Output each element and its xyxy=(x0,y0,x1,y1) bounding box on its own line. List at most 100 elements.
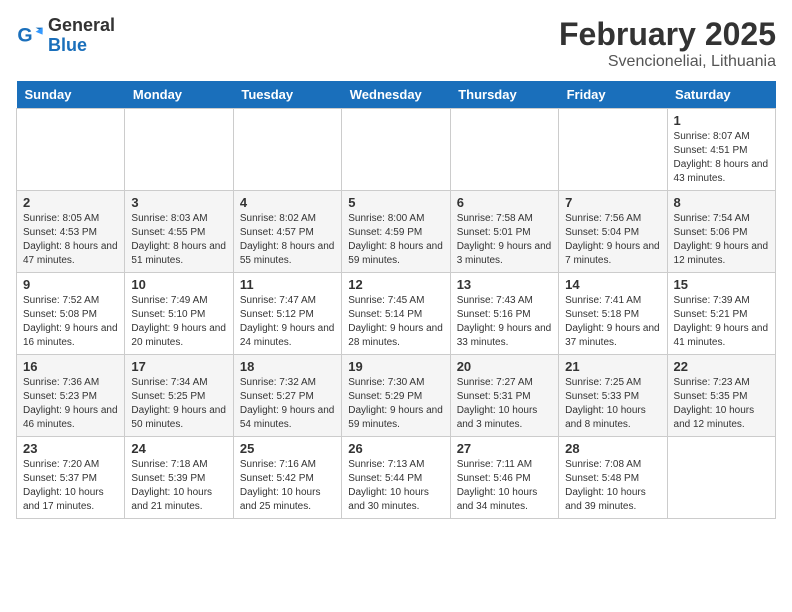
day-number: 21 xyxy=(565,359,660,374)
logo: G General Blue xyxy=(16,16,115,56)
calendar-cell xyxy=(342,109,450,191)
location-subtitle: Svencioneliai, Lithuania xyxy=(559,53,776,71)
day-info: Sunrise: 8:00 AM Sunset: 4:59 PM Dayligh… xyxy=(348,212,443,268)
logo-icon: G xyxy=(16,22,44,50)
calendar-cell xyxy=(125,109,233,191)
calendar-cell xyxy=(17,109,125,191)
title-block: February 2025 Svencioneliai, Lithuania xyxy=(559,16,776,71)
day-number: 9 xyxy=(23,277,118,292)
day-number: 17 xyxy=(131,359,226,374)
day-info: Sunrise: 7:30 AM Sunset: 5:29 PM Dayligh… xyxy=(348,376,443,432)
calendar-cell: 13Sunrise: 7:43 AM Sunset: 5:16 PM Dayli… xyxy=(450,273,558,355)
day-info: Sunrise: 7:52 AM Sunset: 5:08 PM Dayligh… xyxy=(23,294,118,350)
day-number: 28 xyxy=(565,441,660,456)
day-number: 23 xyxy=(23,441,118,456)
calendar-cell: 11 Sunrise: 7:47 AM Sunset: 5:12 PM Dayli… xyxy=(233,273,341,355)
day-number: 3 xyxy=(131,195,226,210)
calendar-cell: 21 Sunrise: 7:25 AM Sunset: 5:33 PM Dayli… xyxy=(559,355,667,437)
day-info: Sunrise: 7:18 AM Sunset: 5:39 PM Dayligh… xyxy=(131,458,226,514)
calendar-cell: 2 Sunrise: 8:05 AM Sunset: 4:53 PM Daylig… xyxy=(17,191,125,273)
calendar-week-row: 1 Sunrise: 8:07 AM Sunset: 4:51 PM Daylig… xyxy=(17,109,776,191)
svg-text:G: G xyxy=(17,24,32,46)
calendar-cell: 19Sunrise: 7:30 AM Sunset: 5:29 PM Dayli… xyxy=(342,355,450,437)
day-info: Sunrise: 7:56 AM Sunset: 5:04 PM Dayligh… xyxy=(565,212,660,268)
day-info: Sunrise: 7:16 AM Sunset: 5:42 PM Dayligh… xyxy=(240,458,335,514)
day-number: 15 xyxy=(674,277,769,292)
day-number: 6 xyxy=(457,195,552,210)
day-number: 2 xyxy=(23,195,118,210)
calendar-cell: 5Sunrise: 8:00 AM Sunset: 4:59 PM Daylig… xyxy=(342,191,450,273)
day-info: Sunrise: 8:03 AM Sunset: 4:55 PM Dayligh… xyxy=(131,212,226,268)
calendar-header-row: SundayMondayTuesdayWednesdayThursdayFrid… xyxy=(17,81,776,109)
calendar-week-row: 9 Sunrise: 7:52 AM Sunset: 5:08 PM Daylig… xyxy=(17,273,776,355)
page-header: G General Blue February 2025 Svencioneli… xyxy=(16,16,776,71)
day-number: 7 xyxy=(565,195,660,210)
day-info: Sunrise: 7:36 AM Sunset: 5:23 PM Dayligh… xyxy=(23,376,118,432)
calendar-cell: 26 Sunrise: 7:13 AM Sunset: 5:44 PM Dayli… xyxy=(342,437,450,519)
day-info: Sunrise: 7:45 AM Sunset: 5:14 PM Dayligh… xyxy=(348,294,443,350)
day-info: Sunrise: 8:07 AM Sunset: 4:51 PM Dayligh… xyxy=(674,130,769,186)
calendar-week-row: 2 Sunrise: 8:05 AM Sunset: 4:53 PM Daylig… xyxy=(17,191,776,273)
day-of-week-header: Sunday xyxy=(17,81,125,109)
calendar-cell: 12Sunrise: 7:45 AM Sunset: 5:14 PM Dayli… xyxy=(342,273,450,355)
calendar-week-row: 16 Sunrise: 7:36 AM Sunset: 5:23 PM Dayli… xyxy=(17,355,776,437)
day-number: 14 xyxy=(565,277,660,292)
calendar-cell: 23 Sunrise: 7:20 AM Sunset: 5:37 PM Dayli… xyxy=(17,437,125,519)
day-info: Sunrise: 7:20 AM Sunset: 5:37 PM Dayligh… xyxy=(23,458,118,514)
day-number: 11 xyxy=(240,277,335,292)
logo-text: General Blue xyxy=(48,16,115,56)
calendar-cell: 16 Sunrise: 7:36 AM Sunset: 5:23 PM Dayli… xyxy=(17,355,125,437)
calendar-cell: 25 Sunrise: 7:16 AM Sunset: 5:42 PM Dayli… xyxy=(233,437,341,519)
day-of-week-header: Thursday xyxy=(450,81,558,109)
calendar-cell: 17 Sunrise: 7:34 AM Sunset: 5:25 PM Dayli… xyxy=(125,355,233,437)
calendar-cell xyxy=(450,109,558,191)
calendar-cell: 28 Sunrise: 7:08 AM Sunset: 5:48 PM Dayli… xyxy=(559,437,667,519)
calendar-cell: 24 Sunrise: 7:18 AM Sunset: 5:39 PM Dayli… xyxy=(125,437,233,519)
calendar-cell: 20 Sunrise: 7:27 AM Sunset: 5:31 PM Dayli… xyxy=(450,355,558,437)
day-number: 16 xyxy=(23,359,118,374)
calendar-cell: 15 Sunrise: 7:39 AM Sunset: 5:21 PM Dayli… xyxy=(667,273,775,355)
day-info: Sunrise: 7:13 AM Sunset: 5:44 PM Dayligh… xyxy=(348,458,443,514)
day-info: Sunrise: 7:43 AM Sunset: 5:16 PM Dayligh… xyxy=(457,294,552,350)
calendar-cell: 14 Sunrise: 7:41 AM Sunset: 5:18 PM Dayli… xyxy=(559,273,667,355)
calendar-cell: 6 Sunrise: 7:58 AM Sunset: 5:01 PM Daylig… xyxy=(450,191,558,273)
day-info: Sunrise: 7:08 AM Sunset: 5:48 PM Dayligh… xyxy=(565,458,660,514)
calendar-cell: 3 Sunrise: 8:03 AM Sunset: 4:55 PM Daylig… xyxy=(125,191,233,273)
day-info: Sunrise: 7:47 AM Sunset: 5:12 PM Dayligh… xyxy=(240,294,335,350)
day-number: 18 xyxy=(240,359,335,374)
day-of-week-header: Monday xyxy=(125,81,233,109)
calendar-cell xyxy=(233,109,341,191)
calendar-week-row: 23 Sunrise: 7:20 AM Sunset: 5:37 PM Dayli… xyxy=(17,437,776,519)
month-title: February 2025 xyxy=(559,16,776,53)
day-number: 27 xyxy=(457,441,552,456)
day-of-week-header: Tuesday xyxy=(233,81,341,109)
day-number: 26 xyxy=(348,441,443,456)
day-info: Sunrise: 7:25 AM Sunset: 5:33 PM Dayligh… xyxy=(565,376,660,432)
calendar-cell: 9 Sunrise: 7:52 AM Sunset: 5:08 PM Daylig… xyxy=(17,273,125,355)
day-info: Sunrise: 7:41 AM Sunset: 5:18 PM Dayligh… xyxy=(565,294,660,350)
day-info: Sunrise: 7:27 AM Sunset: 5:31 PM Dayligh… xyxy=(457,376,552,432)
day-number: 1 xyxy=(674,113,769,128)
day-info: Sunrise: 8:02 AM Sunset: 4:57 PM Dayligh… xyxy=(240,212,335,268)
day-info: Sunrise: 7:34 AM Sunset: 5:25 PM Dayligh… xyxy=(131,376,226,432)
day-of-week-header: Wednesday xyxy=(342,81,450,109)
day-info: Sunrise: 7:39 AM Sunset: 5:21 PM Dayligh… xyxy=(674,294,769,350)
day-number: 25 xyxy=(240,441,335,456)
calendar-cell: 8 Sunrise: 7:54 AM Sunset: 5:06 PM Daylig… xyxy=(667,191,775,273)
day-info: Sunrise: 7:54 AM Sunset: 5:06 PM Dayligh… xyxy=(674,212,769,268)
day-number: 24 xyxy=(131,441,226,456)
day-number: 8 xyxy=(674,195,769,210)
day-info: Sunrise: 7:11 AM Sunset: 5:46 PM Dayligh… xyxy=(457,458,552,514)
calendar-cell: 1 Sunrise: 8:07 AM Sunset: 4:51 PM Daylig… xyxy=(667,109,775,191)
calendar-cell: 4 Sunrise: 8:02 AM Sunset: 4:57 PM Daylig… xyxy=(233,191,341,273)
calendar-cell xyxy=(667,437,775,519)
day-info: Sunrise: 7:23 AM Sunset: 5:35 PM Dayligh… xyxy=(674,376,769,432)
day-number: 20 xyxy=(457,359,552,374)
day-info: Sunrise: 7:32 AM Sunset: 5:27 PM Dayligh… xyxy=(240,376,335,432)
day-of-week-header: Saturday xyxy=(667,81,775,109)
day-info: Sunrise: 8:05 AM Sunset: 4:53 PM Dayligh… xyxy=(23,212,118,268)
day-number: 10 xyxy=(131,277,226,292)
logo-blue: Blue xyxy=(48,36,115,56)
day-info: Sunrise: 7:58 AM Sunset: 5:01 PM Dayligh… xyxy=(457,212,552,268)
day-number: 4 xyxy=(240,195,335,210)
